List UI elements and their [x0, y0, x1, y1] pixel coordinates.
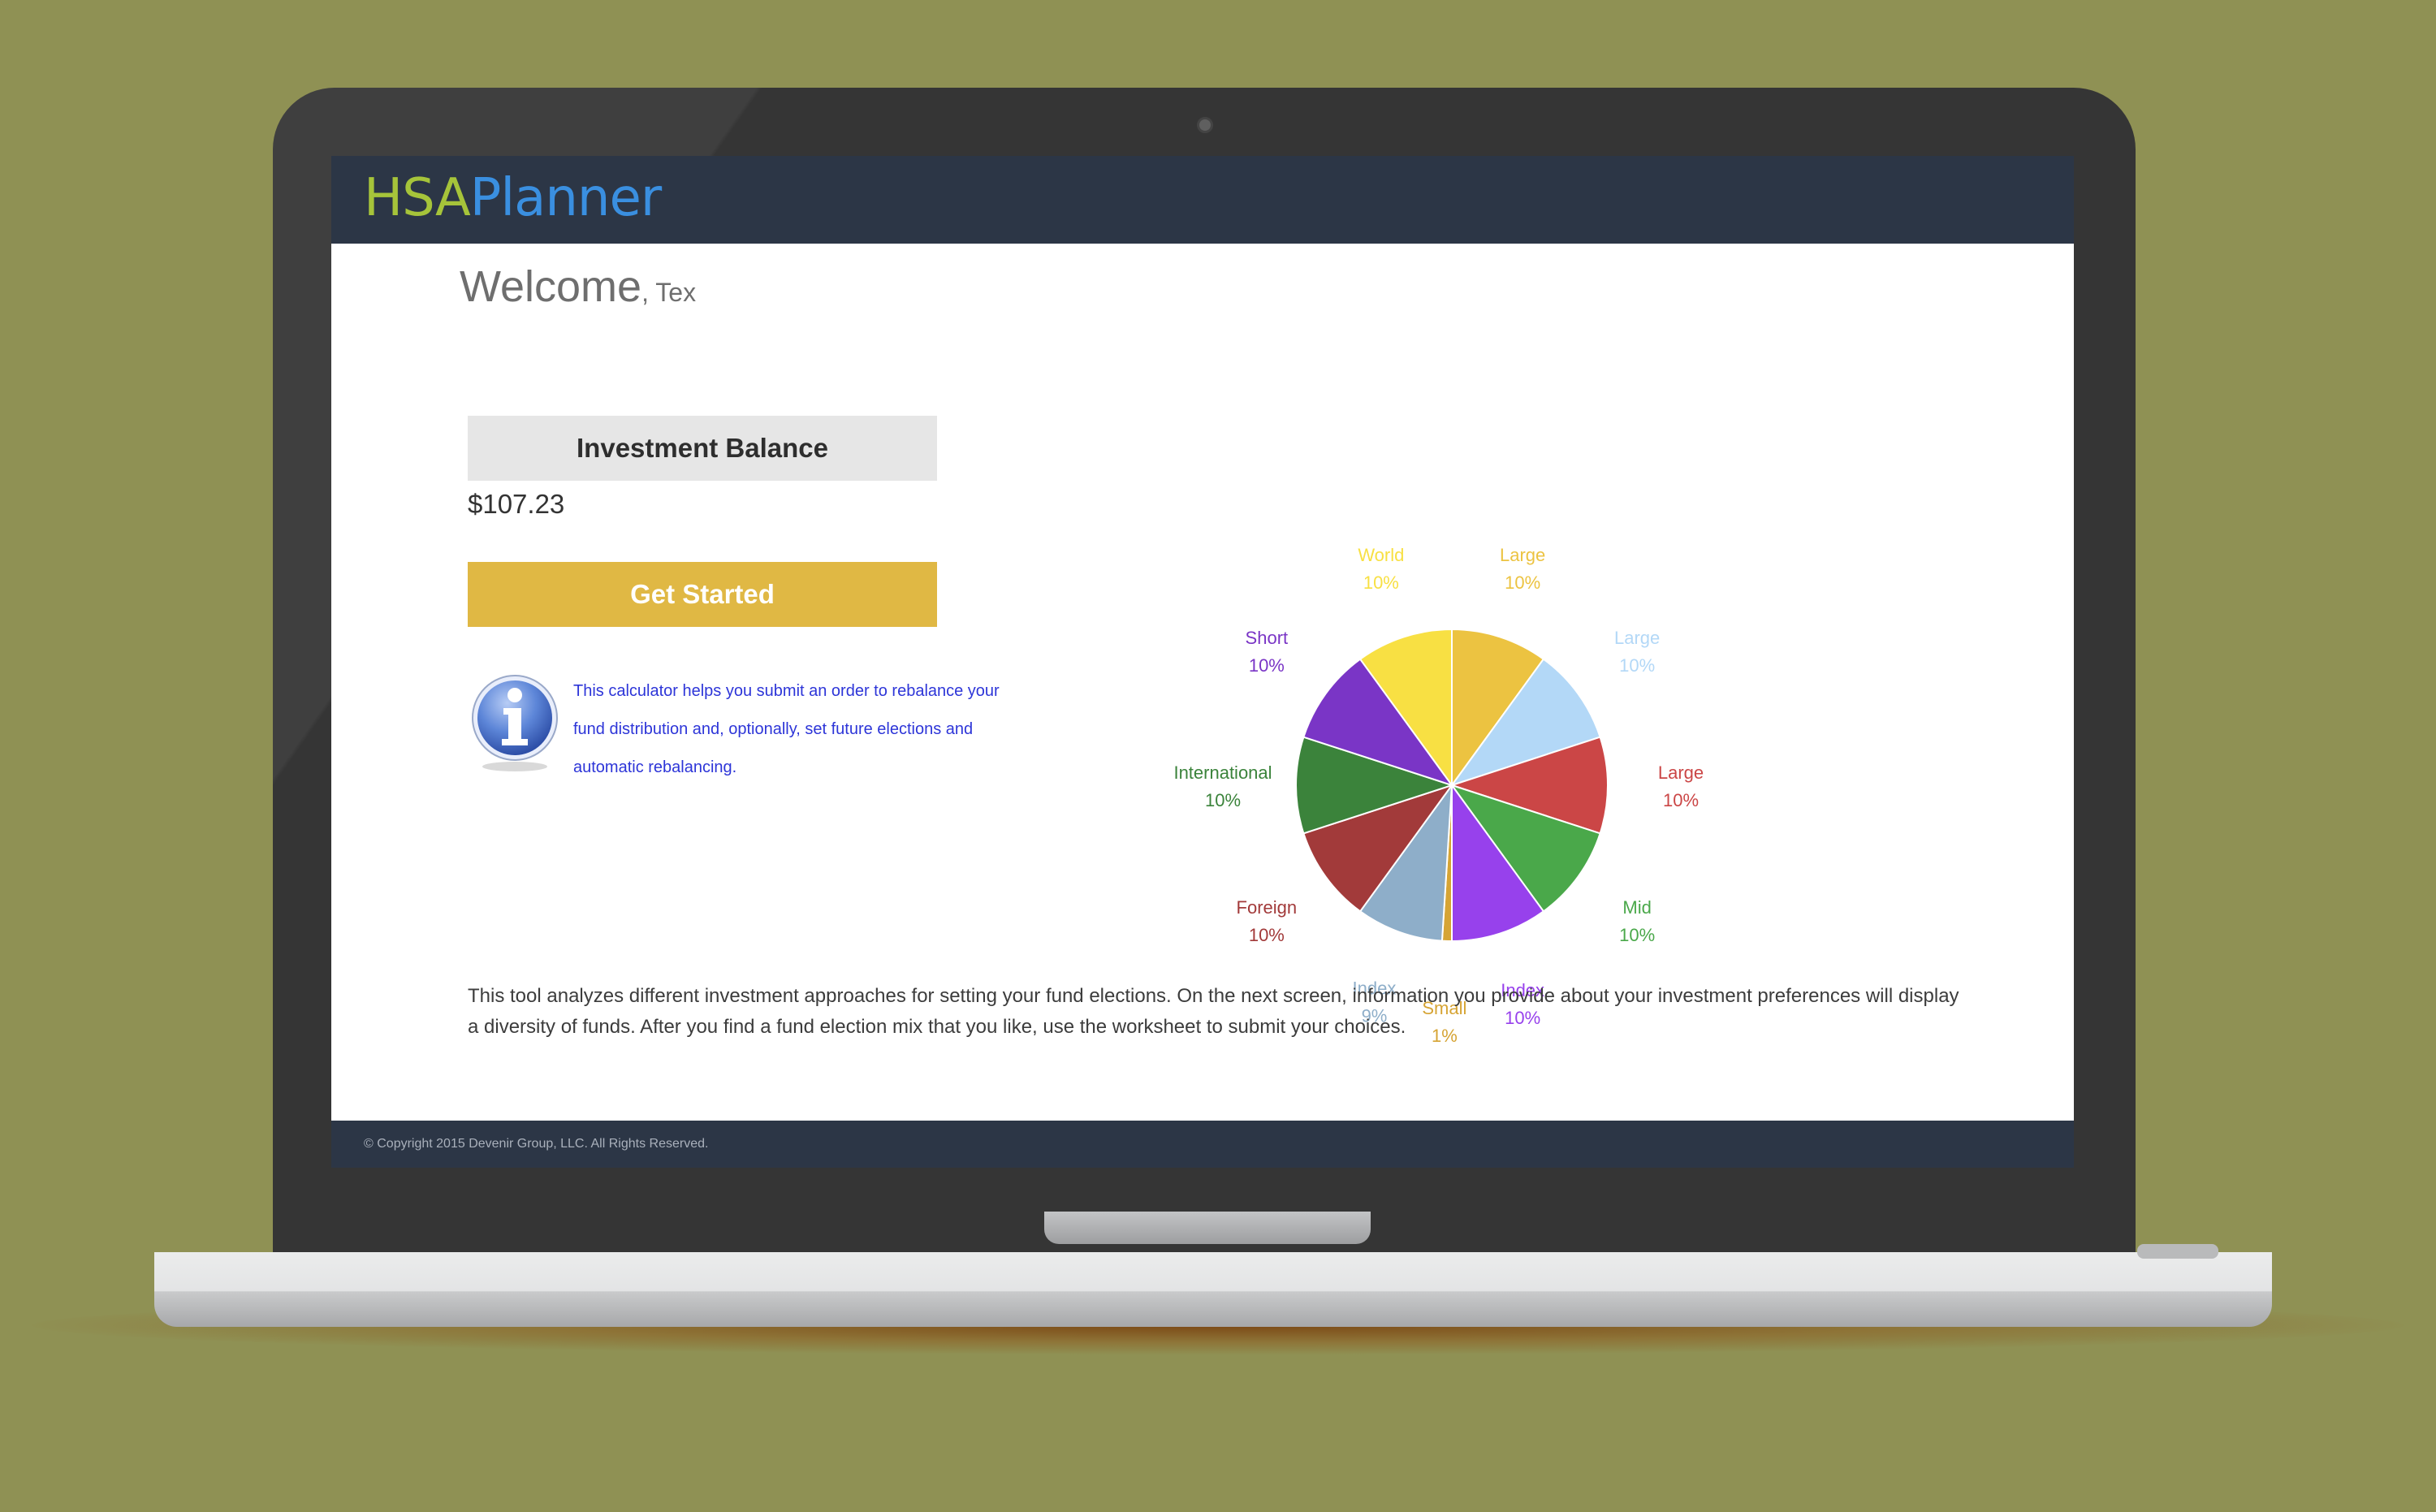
welcome-user-name: , Tex: [641, 278, 697, 307]
welcome-greeting: Welcome: [460, 262, 642, 311]
pie-label-value-1: 10%: [1619, 655, 1655, 676]
welcome-heading: Welcome, Tex: [460, 261, 696, 312]
pie-label-value-0: 10%: [1505, 572, 1540, 593]
pie-label-name-10: World: [1358, 545, 1404, 565]
pie-label-name-1: Large: [1614, 628, 1660, 648]
app-footer: © Copyright 2015 Devenir Group, LLC. All…: [331, 1121, 2074, 1168]
pie-label-name-7: Foreign: [1237, 897, 1298, 918]
get-started-button[interactable]: Get Started: [468, 562, 937, 627]
pie-label-value-2: 10%: [1663, 790, 1699, 810]
app-logo[interactable]: HSAPlanner: [364, 166, 662, 231]
info-description: This calculator helps you submit an orde…: [573, 682, 1000, 776]
pie-label-value-9: 10%: [1249, 655, 1285, 676]
copyright-text: © Copyright 2015 Devenir Group, LLC. All…: [364, 1137, 709, 1151]
fund-allocation-pie-chart: Large10%Large10%Large10%Mid10%Index10%Sm…: [1173, 545, 1704, 1046]
pie-label-name-8: International: [1173, 762, 1272, 783]
pie-label-value-10: 10%: [1363, 572, 1399, 593]
pie-label-name-9: Short: [1246, 628, 1289, 648]
tool-description: This tool analyzes different investment …: [468, 985, 1959, 1038]
investment-balance-value: $107.23: [468, 489, 565, 519]
webcam: [1197, 117, 1213, 133]
app-screen: HSAPlanner Welcome, Tex Investment Balan…: [331, 156, 2074, 1168]
logo-hsa: HSA: [364, 168, 471, 228]
pie-label-name-0: Large: [1500, 545, 1545, 565]
pie-slices: [1295, 628, 1609, 943]
pie-label-value-3: 10%: [1619, 925, 1655, 945]
pie-label-name-2: Large: [1658, 762, 1704, 783]
pie-label-value-8: 10%: [1205, 790, 1241, 810]
investment-balance-label: Investment Balance: [468, 416, 937, 481]
pie-label-value-7: 10%: [1249, 925, 1285, 945]
info-icon: [471, 669, 559, 771]
app-header: HSAPlanner: [331, 156, 2074, 244]
logo-planner: Planner: [469, 168, 662, 228]
laptop-base: [154, 1252, 2272, 1327]
pie-label-name-3: Mid: [1622, 897, 1651, 918]
laptop-notch: [1044, 1212, 1371, 1244]
laptop-foot: [2137, 1244, 2218, 1259]
